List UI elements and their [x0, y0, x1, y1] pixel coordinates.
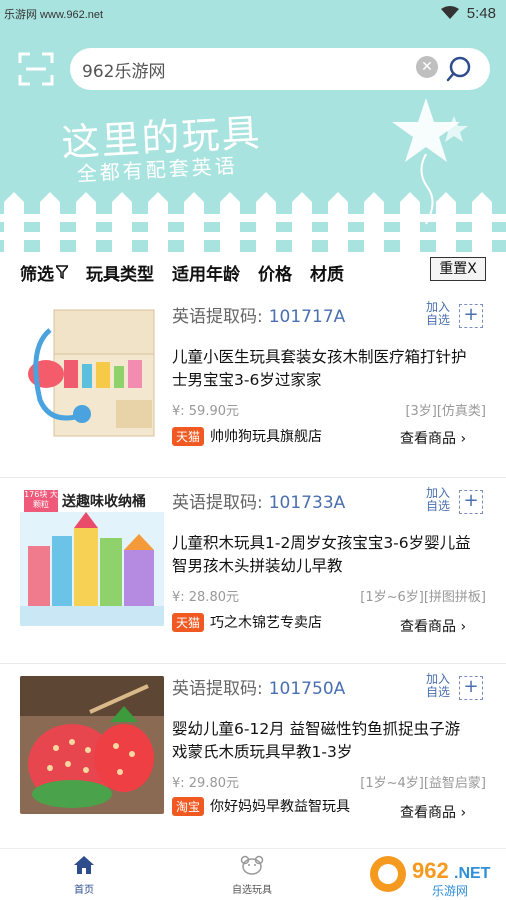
status-time: 5:48 — [466, 4, 496, 22]
filter-price[interactable]: 价格 — [258, 260, 292, 285]
platform-badge: 天猫 — [172, 426, 205, 446]
store-name: 巧之木锦艺专卖店 — [210, 615, 323, 631]
wifi-icon — [440, 6, 459, 19]
product-image-doctor-kit[interactable] — [20, 304, 164, 442]
product-tags: [1岁~4岁][益智启蒙] — [360, 776, 486, 791]
scan-icon[interactable] — [18, 52, 54, 86]
watermark-logo: 962 .NET 乐游网 — [370, 856, 491, 898]
product-code-number: 101717A — [268, 307, 346, 327]
chevron-right-icon: › — [460, 619, 467, 635]
product-price: ¥: 29.80元 — [172, 776, 239, 791]
product-item[interactable]: 176块 大颗粒 送趣味收纳桶 英语提取码: 101733A 加入自选 + 儿童积… — [0, 478, 506, 664]
svg-text:962: 962 — [412, 858, 449, 883]
add-to-favorites-label[interactable]: 加入自选 — [424, 673, 452, 699]
product-price: ¥: 59.90元 — [172, 404, 239, 419]
filter-toy-type[interactable]: 玩具类型 — [86, 260, 154, 285]
add-to-favorites-label[interactable]: 加入自选 — [424, 487, 452, 513]
header-banner: 乐游网 www.962.net 5:48 ✕ 这里的玩具 全都有配套英语 — [0, 0, 506, 252]
product-title[interactable]: 婴幼儿童6-12月 益智磁性钓鱼抓捉虫子游戏蒙氏木质玩具早教1-3岁 — [172, 718, 472, 764]
product-code: 英语提取码: 101717A — [172, 302, 345, 327]
view-product-link[interactable]: 查看商品 › — [400, 616, 466, 636]
search-bar: ✕ — [70, 48, 490, 90]
product-title[interactable]: 儿童积木玩具1-2周岁女孩宝宝3-6岁婴儿益智男孩木头拼装幼儿早教 — [172, 532, 472, 578]
product-image-building-blocks[interactable]: 176块 大颗粒 送趣味收纳桶 — [20, 488, 164, 626]
product-code-number: 101750A — [268, 679, 346, 699]
home-icon — [74, 856, 94, 874]
product-code-number: 101733A — [268, 493, 346, 513]
filter-label: 筛选 — [20, 264, 54, 285]
product-code: 英语提取码: 101750A — [172, 674, 345, 699]
view-product-link[interactable]: 查看商品 › — [400, 428, 466, 448]
platform-badge: 天猫 — [172, 612, 205, 632]
search-input[interactable] — [82, 56, 412, 82]
clear-search-icon[interactable]: ✕ — [416, 56, 438, 78]
add-to-favorites-button[interactable]: + — [459, 676, 483, 700]
filter-material[interactable]: 材质 — [310, 260, 344, 285]
view-product-link[interactable]: 查看商品 › — [400, 802, 466, 822]
add-to-favorites-label[interactable]: 加入自选 — [424, 301, 452, 327]
search-icon[interactable] — [444, 54, 474, 84]
product-code-label: 英语提取码: — [172, 679, 263, 699]
product-title[interactable]: 儿童小医生玩具套装女孩木制医疗箱打针护士男宝宝3-6岁过家家 — [172, 346, 472, 392]
svg-text:.NET: .NET — [454, 865, 491, 882]
status-icons: 5:48 — [440, 4, 496, 22]
store-name: 你好妈妈早教益智玩具 — [210, 799, 351, 815]
view-product-label: 查看商品 — [400, 619, 456, 635]
view-product-label: 查看商品 — [400, 805, 456, 821]
product-tags: [3岁][仿真类] — [405, 404, 486, 419]
platform-badge: 淘宝 — [172, 796, 205, 816]
tab-home-label: 首页 — [74, 885, 94, 896]
store-name: 帅帅狗玩具旗舰店 — [210, 429, 323, 445]
product-code-label: 英语提取码: — [172, 307, 263, 327]
status-watermark: 乐游网 www.962.net — [4, 9, 104, 21]
fence-decoration — [0, 192, 506, 252]
product-tags: [1岁~6岁][拼图拼板] — [360, 590, 486, 605]
funnel-icon — [56, 265, 68, 279]
bear-face-icon — [240, 855, 264, 875]
image-banner-text: 送趣味收纳桶 — [62, 494, 146, 510]
chevron-right-icon: › — [460, 431, 467, 447]
chevron-right-icon: › — [460, 805, 467, 821]
product-code-label: 英语提取码: — [172, 493, 263, 513]
product-item[interactable]: 英语提取码: 101717A 加入自选 + 儿童小医生玩具套装女孩木制医疗箱打针护… — [0, 292, 506, 478]
product-code: 英语提取码: 101733A — [172, 488, 345, 513]
site-watermark: 962 .NET 乐游网 — [368, 850, 502, 898]
store-row: 淘宝 你好妈妈早教益智玩具 — [172, 796, 350, 816]
status-bar: 乐游网 www.962.net 5:48 — [0, 0, 506, 26]
product-price: ¥: 28.80元 — [172, 590, 239, 605]
tab-favorites-label: 自选玩具 — [232, 885, 272, 896]
add-to-favorites-button[interactable]: + — [459, 490, 483, 514]
svg-text:乐游网: 乐游网 — [432, 884, 468, 898]
add-to-favorites-button[interactable]: + — [459, 304, 483, 328]
product-image-strawberry-game[interactable] — [20, 676, 164, 814]
image-badge: 176块 大颗粒 — [24, 490, 58, 512]
filter-button[interactable]: 筛选 — [20, 260, 68, 285]
tab-home[interactable]: 首页 — [44, 855, 124, 896]
tab-favorites[interactable]: 自选玩具 — [212, 855, 292, 896]
store-row: 天猫 巧之木锦艺专卖店 — [172, 612, 322, 632]
view-product-label: 查看商品 — [400, 431, 456, 447]
product-item[interactable]: 英语提取码: 101750A 加入自选 + 婴幼儿童6-12月 益智磁性钓鱼抓捉虫… — [0, 664, 506, 850]
filter-age[interactable]: 适用年龄 — [172, 260, 240, 285]
reset-button[interactable]: 重置X — [430, 257, 486, 281]
store-row: 天猫 帅帅狗玩具旗舰店 — [172, 426, 322, 446]
